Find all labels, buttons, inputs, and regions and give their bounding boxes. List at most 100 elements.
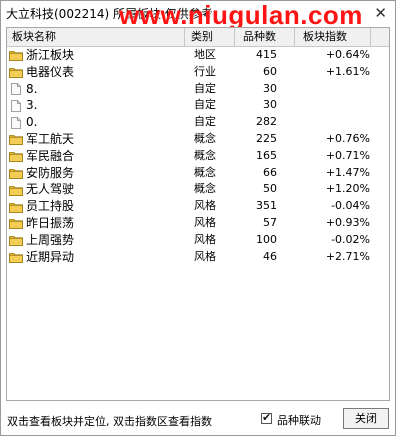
sector-category: 概念 [194, 148, 216, 162]
sector-count: 100 [256, 232, 277, 246]
table-row[interactable]: 浙江板块 地区 415 +0.64% [7, 47, 389, 64]
sector-count: 30 [263, 98, 277, 112]
sector-index-change[interactable] [295, 97, 370, 114]
sector-name: 安防服务 [26, 165, 75, 180]
checkmark-icon: ✔ [262, 411, 272, 424]
document-icon [9, 116, 23, 129]
sector-count: 60 [263, 64, 277, 78]
table-row[interactable]: 3. 自定 30 [7, 97, 389, 114]
sector-index-change[interactable]: +0.71% [295, 148, 370, 165]
sector-name-cell: 员工持股 [9, 198, 185, 215]
table-row[interactable]: 无人驾驶 概念 50 +1.20% [7, 181, 389, 198]
close-button[interactable]: 关闭 [343, 408, 389, 429]
sector-index-change[interactable]: +1.47% [295, 165, 370, 182]
column-header-count[interactable]: 品种数 [235, 28, 295, 46]
sector-count: 282 [256, 115, 277, 129]
sector-count: 351 [256, 199, 277, 213]
sector-index-change[interactable] [295, 114, 370, 131]
folder-icon [9, 150, 23, 163]
sector-count: 225 [256, 131, 277, 145]
footer-hint: 双击查看板块并定位, 双击指数区查看指数 [7, 415, 212, 428]
sector-name-cell: 电器仪表 [9, 64, 185, 81]
sector-count: 66 [263, 165, 277, 179]
table-row[interactable]: 近期异动 风格 46 +2.71% [7, 249, 389, 266]
sector-count: 50 [263, 182, 277, 196]
sector-category: 行业 [194, 64, 216, 78]
sector-name: 近期异动 [26, 249, 75, 264]
sector-name-cell: 上周强势 [9, 232, 185, 249]
close-icon[interactable]: ✕ [374, 4, 387, 22]
table-row[interactable]: 军民融合 概念 165 +0.71% [7, 148, 389, 165]
sector-category: 自定 [194, 115, 216, 129]
sector-category: 概念 [194, 165, 216, 179]
sector-category: 风格 [194, 249, 216, 263]
folder-icon [9, 251, 23, 263]
sector-index-change[interactable]: +0.64% [295, 47, 370, 64]
sector-count: 46 [263, 249, 277, 263]
sector-name-cell: 昨日振荡 [9, 215, 185, 232]
folder-icon [9, 49, 23, 62]
sector-name-cell: 军工航天 [9, 131, 185, 148]
sector-index-change[interactable]: +1.61% [295, 64, 370, 81]
sector-name: 8. [26, 81, 38, 96]
sector-count: 165 [256, 148, 277, 162]
sector-index-change[interactable]: -0.04% [295, 198, 370, 215]
table-row[interactable]: 军工航天 概念 225 +0.76% [7, 131, 389, 148]
sector-count: 30 [263, 81, 277, 95]
document-icon [9, 83, 23, 95]
sector-index-change[interactable]: +0.76% [295, 131, 370, 148]
sector-category: 风格 [194, 199, 216, 213]
sector-index-change[interactable]: -0.02% [295, 232, 370, 249]
table-row[interactable]: 安防服务 概念 66 +1.47% [7, 165, 389, 182]
sector-category: 概念 [194, 182, 216, 196]
document-icon [9, 99, 23, 112]
list-rows: 浙江板块 地区 415 +0.64% 电器仪表 行业 60 +1.61% 8. 自定 30 3. 自定 3… [7, 47, 389, 265]
sector-category: 自定 [194, 81, 216, 95]
sector-name-cell: 近期异动 [9, 249, 185, 266]
sector-name-cell: 军民融合 [9, 148, 185, 165]
sector-name: 无人驾驶 [26, 182, 75, 197]
sector-count: 57 [263, 215, 277, 229]
sector-dialog: 大立科技(002214) 所属板块 仅供参考 www.niugulan.com … [0, 0, 396, 436]
folder-icon [9, 167, 23, 179]
sector-name-cell: 0. [9, 114, 185, 131]
sector-name: 电器仪表 [26, 64, 75, 79]
sector-name: 军民融合 [26, 148, 75, 163]
sector-category: 概念 [194, 131, 216, 145]
folder-icon [9, 217, 23, 230]
sector-index-change[interactable]: +0.93% [295, 215, 370, 232]
sector-name-cell: 安防服务 [9, 165, 185, 182]
sector-name-cell: 3. [9, 97, 185, 114]
column-header-name[interactable]: 板块名称 [7, 28, 185, 46]
sector-name: 上周强势 [26, 232, 75, 247]
sector-name: 浙江板块 [26, 48, 75, 62]
sector-name-cell: 浙江板块 [9, 47, 185, 64]
sector-index-change[interactable] [295, 81, 370, 98]
column-header-index[interactable]: 板块指数 [295, 28, 371, 46]
sector-name: 军工航天 [26, 131, 75, 146]
column-header-category[interactable]: 类别 [185, 28, 235, 46]
folder-icon [9, 133, 23, 146]
folder-icon [9, 201, 23, 213]
sector-count: 415 [256, 48, 277, 61]
sector-category: 自定 [194, 98, 216, 112]
link-stocks-checkbox[interactable]: ✔ [261, 411, 272, 424]
table-row[interactable]: 8. 自定 30 [7, 81, 389, 98]
sector-index-change[interactable]: +1.20% [295, 181, 370, 198]
title-bar[interactable]: 大立科技(002214) 所属板块 仅供参考 www.niugulan.com … [1, 0, 395, 30]
sector-name-cell: 8. [9, 81, 185, 98]
link-stocks-label[interactable]: 品种联动 [277, 412, 321, 428]
table-row[interactable]: 昨日振荡 风格 57 +0.93% [7, 215, 389, 232]
sector-category: 风格 [194, 232, 216, 246]
sector-category: 地区 [194, 48, 216, 61]
folder-icon [9, 66, 23, 79]
folder-icon [9, 184, 23, 196]
table-row[interactable]: 上周强势 风格 100 -0.02% [7, 232, 389, 249]
table-row[interactable]: 员工持股 风格 351 -0.04% [7, 198, 389, 215]
sector-name: 员工持股 [26, 199, 75, 214]
table-row[interactable]: 电器仪表 行业 60 +1.61% [7, 64, 389, 81]
table-row[interactable]: 0. 自定 282 [7, 114, 389, 131]
sector-index-change[interactable]: +2.71% [295, 249, 370, 266]
sector-category: 风格 [194, 215, 216, 229]
sector-list[interactable]: 板块名称 类别 品种数 板块指数 浙江板块 地区 415 +0.64% 电器仪表 行业 60… [6, 27, 390, 401]
